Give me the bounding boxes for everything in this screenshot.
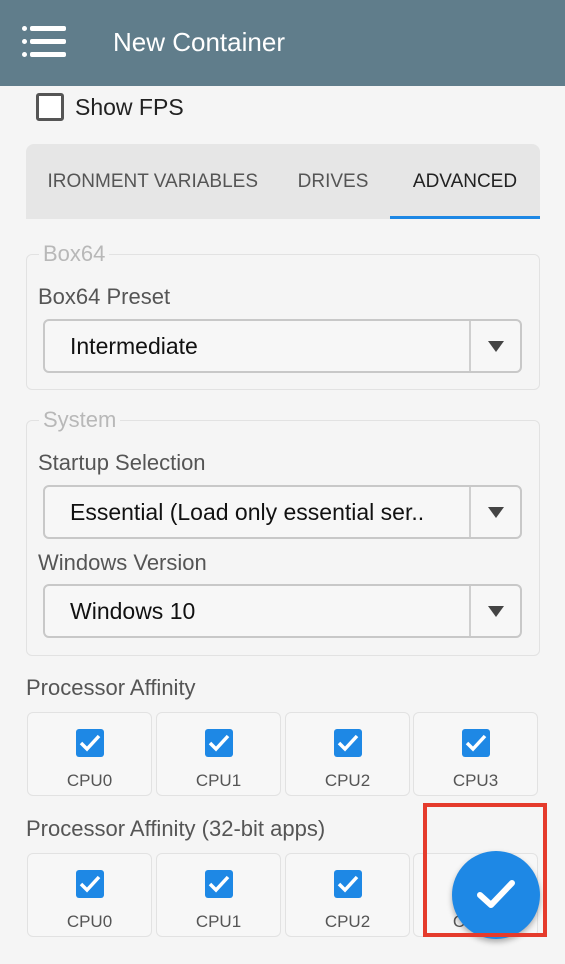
windows-version-value: Windows 10: [70, 598, 196, 624]
checkbox-checked-icon[interactable]: [334, 729, 362, 757]
system-legend: System: [39, 407, 121, 433]
box64-legend: Box64: [39, 241, 110, 267]
cpu-label: CPU3: [452, 771, 499, 790]
dropdown-arrow-icon: [488, 606, 504, 617]
checkbox-checked-icon[interactable]: [462, 729, 490, 757]
show-fps-checkbox[interactable]: Show FPS: [36, 92, 184, 122]
tab-bar: IRONMENT VARIABLES DRIVES ADVANCED: [26, 144, 540, 219]
cpu32-checkbox-cpu0[interactable]: CPU0: [27, 853, 152, 937]
select-divider: [469, 487, 471, 537]
processor-affinity-label: Processor Affinity: [26, 675, 196, 700]
cpu-label: CPU2: [324, 771, 371, 790]
box64-preset-value: Intermediate: [70, 333, 198, 359]
cpu-checkbox-cpu1[interactable]: CPU1: [156, 712, 281, 796]
cpu-label: CPU1: [195, 912, 242, 931]
highlight-box: [423, 803, 547, 937]
startup-selection-select[interactable]: Essential (Load only essential ser..: [43, 485, 522, 539]
cpu-label: CPU0: [66, 771, 113, 790]
box64-preset-label: Box64 Preset: [38, 284, 171, 309]
select-divider: [469, 586, 471, 636]
checkbox-unchecked-icon[interactable]: [36, 93, 64, 121]
cpu-checkbox-cpu2[interactable]: CPU2: [285, 712, 410, 796]
cpu-checkbox-cpu0[interactable]: CPU0: [27, 712, 152, 796]
dropdown-arrow-icon: [488, 507, 504, 518]
app-bar: New Container: [0, 0, 565, 86]
tab-advanced[interactable]: ADVANCED: [390, 144, 540, 219]
startup-selection-label: Startup Selection: [38, 450, 206, 475]
menu-icon[interactable]: [22, 24, 66, 60]
cpu32-checkbox-cpu1[interactable]: CPU1: [156, 853, 281, 937]
windows-version-select[interactable]: Windows 10: [43, 584, 522, 638]
cpu-label: CPU2: [324, 912, 371, 931]
tab-environment-variables[interactable]: IRONMENT VARIABLES: [26, 144, 258, 219]
windows-version-label: Windows Version: [38, 550, 207, 575]
checkbox-checked-icon[interactable]: [205, 870, 233, 898]
cpu-checkbox-cpu3[interactable]: CPU3: [413, 712, 538, 796]
dropdown-arrow-icon: [488, 341, 504, 352]
startup-selection-value: Essential (Load only essential ser..: [70, 499, 425, 525]
tab-drives[interactable]: DRIVES: [288, 144, 378, 219]
show-fps-label: Show FPS: [75, 93, 184, 120]
checkbox-checked-icon[interactable]: [76, 729, 104, 757]
active-tab-indicator: [390, 216, 540, 219]
checkbox-checked-icon[interactable]: [334, 870, 362, 898]
processor-affinity-32bit-label: Processor Affinity (32-bit apps): [26, 816, 326, 841]
select-divider: [469, 321, 471, 371]
page-title: New Container: [113, 27, 285, 57]
checkbox-checked-icon[interactable]: [76, 870, 104, 898]
checkbox-checked-icon[interactable]: [205, 729, 233, 757]
cpu-label: CPU1: [195, 771, 242, 790]
cpu-label: CPU0: [66, 912, 113, 931]
cpu32-checkbox-cpu2[interactable]: CPU2: [285, 853, 410, 937]
box64-preset-select[interactable]: Intermediate: [43, 319, 522, 373]
